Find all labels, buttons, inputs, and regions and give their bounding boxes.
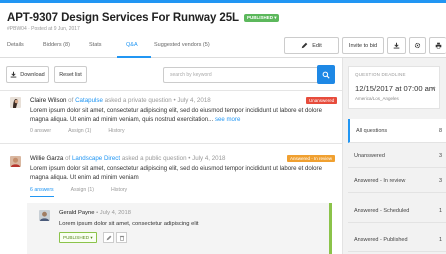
delete-answer-button[interactable] bbox=[116, 232, 127, 243]
download-icon bbox=[10, 71, 17, 78]
question-deadline-card: QUESTION DEADLINE 12/15/2017 at 07:00 am… bbox=[348, 66, 440, 109]
assign-link[interactable]: Assign (1) bbox=[71, 187, 94, 193]
filter-answered-scheduled[interactable]: Answered - Scheduled 1 bbox=[348, 199, 446, 223]
edit-answer-button[interactable] bbox=[103, 232, 114, 243]
top-accent-bar bbox=[0, 0, 446, 3]
question-actions: 6 answers Assign (1) History bbox=[30, 187, 144, 193]
download-icon bbox=[393, 42, 400, 49]
filter-answered-in-review[interactable]: Answered - In review 3 bbox=[348, 169, 446, 193]
deadline-label: QUESTION DEADLINE bbox=[355, 72, 406, 77]
tab-suggested-vendors[interactable]: Suggested vendors (5) bbox=[154, 42, 210, 48]
print-icon bbox=[435, 42, 441, 49]
answers-underline bbox=[30, 196, 54, 197]
asker-name[interactable]: Claire Wilson bbox=[30, 97, 66, 104]
filter-all-questions[interactable]: All questions 8 bbox=[348, 119, 446, 143]
settings-button[interactable] bbox=[409, 37, 426, 54]
asker-org-link[interactable]: Catapulse bbox=[75, 97, 103, 104]
pencil-icon bbox=[106, 235, 111, 240]
edit-button[interactable]: Edit bbox=[284, 37, 339, 54]
question-meta: asked a private question • July 4, 2018 bbox=[102, 97, 211, 104]
history-link[interactable]: History bbox=[111, 187, 127, 193]
page-subtitle: #PBW04 · Posted at 9 Jun, 2017 bbox=[7, 26, 80, 32]
download-list-label: Download bbox=[20, 71, 45, 78]
title-row: APT-9307 Design Services For Runway 25L … bbox=[7, 12, 280, 24]
answer-status-dropdown[interactable]: PUBLISHED ▾ bbox=[59, 232, 97, 243]
asker-org-link[interactable]: Landscape Direct bbox=[72, 155, 120, 162]
answerer-name[interactable]: Gerald Payne bbox=[59, 210, 94, 216]
filter-answered-published[interactable]: Answered - Published 1 bbox=[348, 228, 446, 252]
avatar bbox=[10, 97, 21, 108]
answers-count[interactable]: 0 answer bbox=[30, 128, 51, 134]
avatar bbox=[10, 156, 21, 167]
history-link[interactable]: History bbox=[108, 128, 124, 134]
asker-name[interactable]: Willie Garza bbox=[30, 155, 63, 162]
answers-link[interactable]: 6 answers bbox=[30, 187, 54, 193]
edit-button-label: Edit bbox=[312, 42, 322, 49]
question-body: Lorem ipsum dolor sit amet, consectetur … bbox=[30, 165, 322, 181]
deadline-date: 12/15/2017 at 07:00 am bbox=[355, 84, 436, 93]
assign-link[interactable]: Assign (1) bbox=[68, 128, 91, 134]
tab-details[interactable]: Details bbox=[7, 42, 24, 48]
page-title: APT-9307 Design Services For Runway 25L bbox=[7, 12, 239, 24]
gear-icon bbox=[414, 42, 421, 49]
trash-icon bbox=[119, 235, 124, 241]
print-button[interactable] bbox=[429, 37, 446, 54]
download-button[interactable] bbox=[387, 37, 406, 54]
tab-bidders[interactable]: Bidders (8) bbox=[43, 42, 70, 48]
search-icon bbox=[322, 71, 330, 79]
filter-unanswered[interactable]: Unanswered 3 bbox=[348, 144, 446, 168]
answer-body: Lorem ipsum dolor sit amet, consectetur … bbox=[59, 221, 199, 227]
search-input[interactable]: search by keyword bbox=[163, 67, 317, 83]
pencil-icon[interactable] bbox=[431, 86, 436, 91]
answer-meta: • July 4, 2018 bbox=[94, 210, 131, 216]
question-meta: asked a public question • July 4, 2018 bbox=[120, 155, 226, 162]
pencil-icon bbox=[301, 42, 308, 49]
tab-stats[interactable]: Stats bbox=[89, 42, 102, 48]
tab-bar: Details Bidders (8) Stats Q&A Suggested … bbox=[0, 36, 446, 58]
deadline-timezone: America/Los_Angeles bbox=[355, 96, 399, 101]
see-more-link[interactable]: see more bbox=[215, 116, 240, 123]
status-badge: Unanswered bbox=[306, 97, 338, 104]
download-list-button[interactable]: Download bbox=[6, 66, 49, 83]
status-badge[interactable]: PUBLISHED ▾ bbox=[243, 14, 280, 22]
question-body: Lorem ipsum dolor sit amet, consectetur … bbox=[30, 107, 322, 123]
divider bbox=[0, 143, 342, 144]
status-badge: Answered - In review bbox=[287, 155, 336, 162]
reset-list-button[interactable]: Reset list bbox=[54, 66, 87, 83]
avatar bbox=[39, 210, 50, 221]
tab-qa[interactable]: Q&A bbox=[126, 42, 138, 48]
invite-to-bid-button[interactable]: Invite to bid bbox=[342, 37, 384, 54]
question-actions: 0 answer Assign (1) History bbox=[30, 128, 142, 134]
search-button[interactable] bbox=[317, 65, 335, 84]
qa-toolbar: Download Reset list search by keyword bbox=[0, 58, 342, 91]
